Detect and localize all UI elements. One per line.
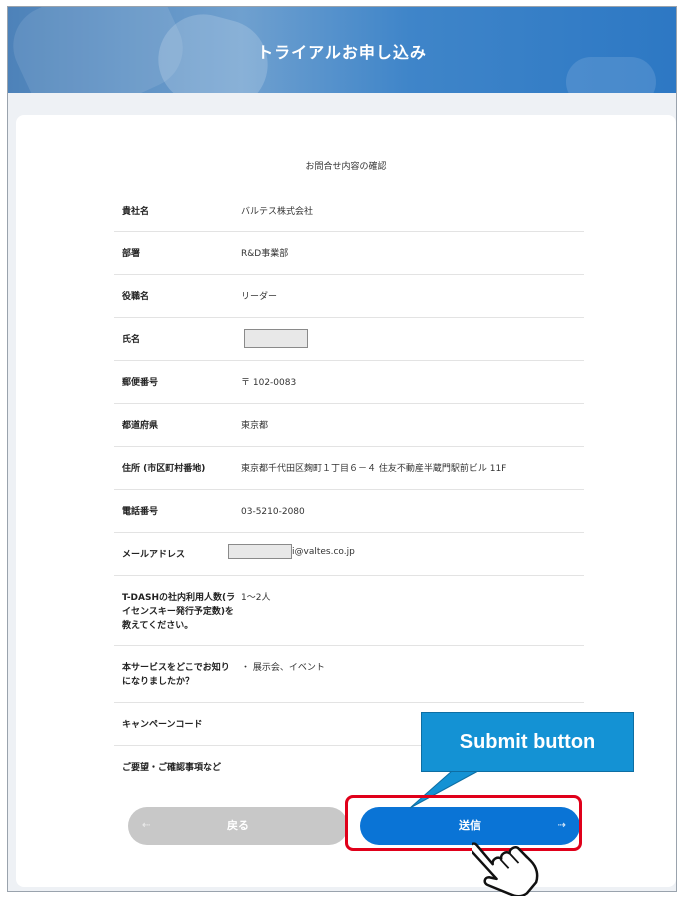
row-email: メールアドレス i@valtes.co.jp xyxy=(114,533,584,576)
page-title: トライアルお申し込み xyxy=(257,43,427,62)
name-redacted xyxy=(244,329,308,348)
row-position: 役職名 リーダー xyxy=(114,275,584,318)
field-value: i@valtes.co.jp xyxy=(292,547,355,557)
field-label: 貴社名 xyxy=(122,207,150,217)
field-label: 本サービスをどこでお知りになりましたか？ xyxy=(122,663,230,687)
row-source: 本サービスをどこでお知りになりましたか？ ・ 展示会、イベント xyxy=(114,646,584,703)
field-label: 氏名 xyxy=(122,335,141,345)
row-prefecture: 都道府県 東京都 xyxy=(114,404,584,447)
back-button[interactable]: ⇠ 戻る xyxy=(128,807,348,845)
field-label: T-DASHの社内利用人数(ライセンスキー発行予定数)を教えてください。 xyxy=(122,593,236,631)
confirmation-list: 貴社名 バルテス株式会社 部署 R&D事業部 役職名 リーダー 氏名 郵便番号 … xyxy=(114,189,584,789)
arrow-left-icon: ⇠ xyxy=(142,820,151,831)
field-value: ・ 展示会、イベント xyxy=(241,663,325,673)
field-label: 都道府県 xyxy=(122,421,159,431)
field-label: メールアドレス xyxy=(122,550,186,560)
field-value: R&D事業部 xyxy=(241,249,289,259)
row-postal-code: 郵便番号 〒 102-0083 xyxy=(114,361,584,404)
field-label: 郵便番号 xyxy=(122,378,159,388)
back-button-label: 戻る xyxy=(227,819,249,832)
arrow-right-icon: ⇢ xyxy=(557,820,566,831)
header-banner: トライアルお申し込み xyxy=(8,7,676,93)
field-value: 1～2人 xyxy=(241,593,271,603)
field-label: 部署 xyxy=(122,249,141,259)
field-label: キャンペーンコード xyxy=(122,720,203,730)
field-value: リーダー xyxy=(241,292,278,302)
field-value: バルテス株式会社 xyxy=(241,207,314,217)
field-label: 住所 (市区町村番地) xyxy=(122,464,206,474)
hand-pointer-icon xyxy=(472,842,539,896)
field-value: 東京都千代田区麹町１丁目６－４ 住友不動産半蔵門駅前ビル 11F xyxy=(241,464,507,474)
row-name: 氏名 xyxy=(114,318,584,361)
field-value: 〒 102-0083 xyxy=(241,378,297,388)
row-license-count: T-DASHの社内利用人数(ライセンスキー発行予定数)を教えてください。 1～2… xyxy=(114,576,584,646)
field-value: 東京都 xyxy=(241,421,269,431)
email-value: i@valtes.co.jp xyxy=(228,544,355,559)
redacted-box xyxy=(228,544,292,559)
row-phone: 電話番号 03-5210-2080 xyxy=(114,490,584,533)
row-address: 住所 (市区町村番地) 東京都千代田区麹町１丁目６－４ 住友不動産半蔵門駅前ビル… xyxy=(114,447,584,490)
submit-callout: Submit button xyxy=(421,712,634,772)
field-label: 電話番号 xyxy=(122,507,159,517)
redacted-box xyxy=(244,329,308,348)
card-heading: お問合せ内容の確認 xyxy=(305,162,387,172)
row-company: 貴社名 バルテス株式会社 xyxy=(114,189,584,232)
field-label: 役職名 xyxy=(122,292,150,302)
field-label: ご要望・ご確認事項など xyxy=(122,763,222,773)
field-value: 03-5210-2080 xyxy=(241,507,305,517)
row-department: 部署 R&D事業部 xyxy=(114,232,584,275)
